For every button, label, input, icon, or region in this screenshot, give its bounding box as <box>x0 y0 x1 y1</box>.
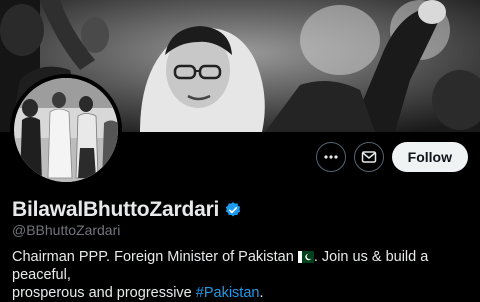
message-button[interactable] <box>353 142 384 172</box>
profile-avatar[interactable] <box>10 74 122 186</box>
bio-text-1: Chairman PPP. Foreign Minister of Pakist… <box>12 249 294 265</box>
profile-bio: Chairman PPP. Foreign Minister of Pakist… <box>12 248 474 302</box>
follow-button[interactable]: Follow <box>391 142 468 172</box>
verified-badge-icon[interactable] <box>224 201 242 219</box>
avatar-photo <box>14 78 118 182</box>
display-name-row: BilawalBhuttoZardari <box>12 198 242 222</box>
bio-text-end: . <box>259 285 264 301</box>
profile-actions: Follow <box>315 142 468 172</box>
user-handle: @BBhuttoZardari <box>12 222 121 238</box>
bio-text-3: prosperous and progressive <box>12 285 192 301</box>
display-name: BilawalBhuttoZardari <box>12 198 220 221</box>
pakistan-flag-icon <box>297 251 314 263</box>
envelope-icon <box>361 151 376 163</box>
more-horizontal-icon <box>324 155 338 159</box>
hashtag-link[interactable]: #Pakistan <box>196 285 260 301</box>
more-options-button[interactable] <box>315 142 346 172</box>
